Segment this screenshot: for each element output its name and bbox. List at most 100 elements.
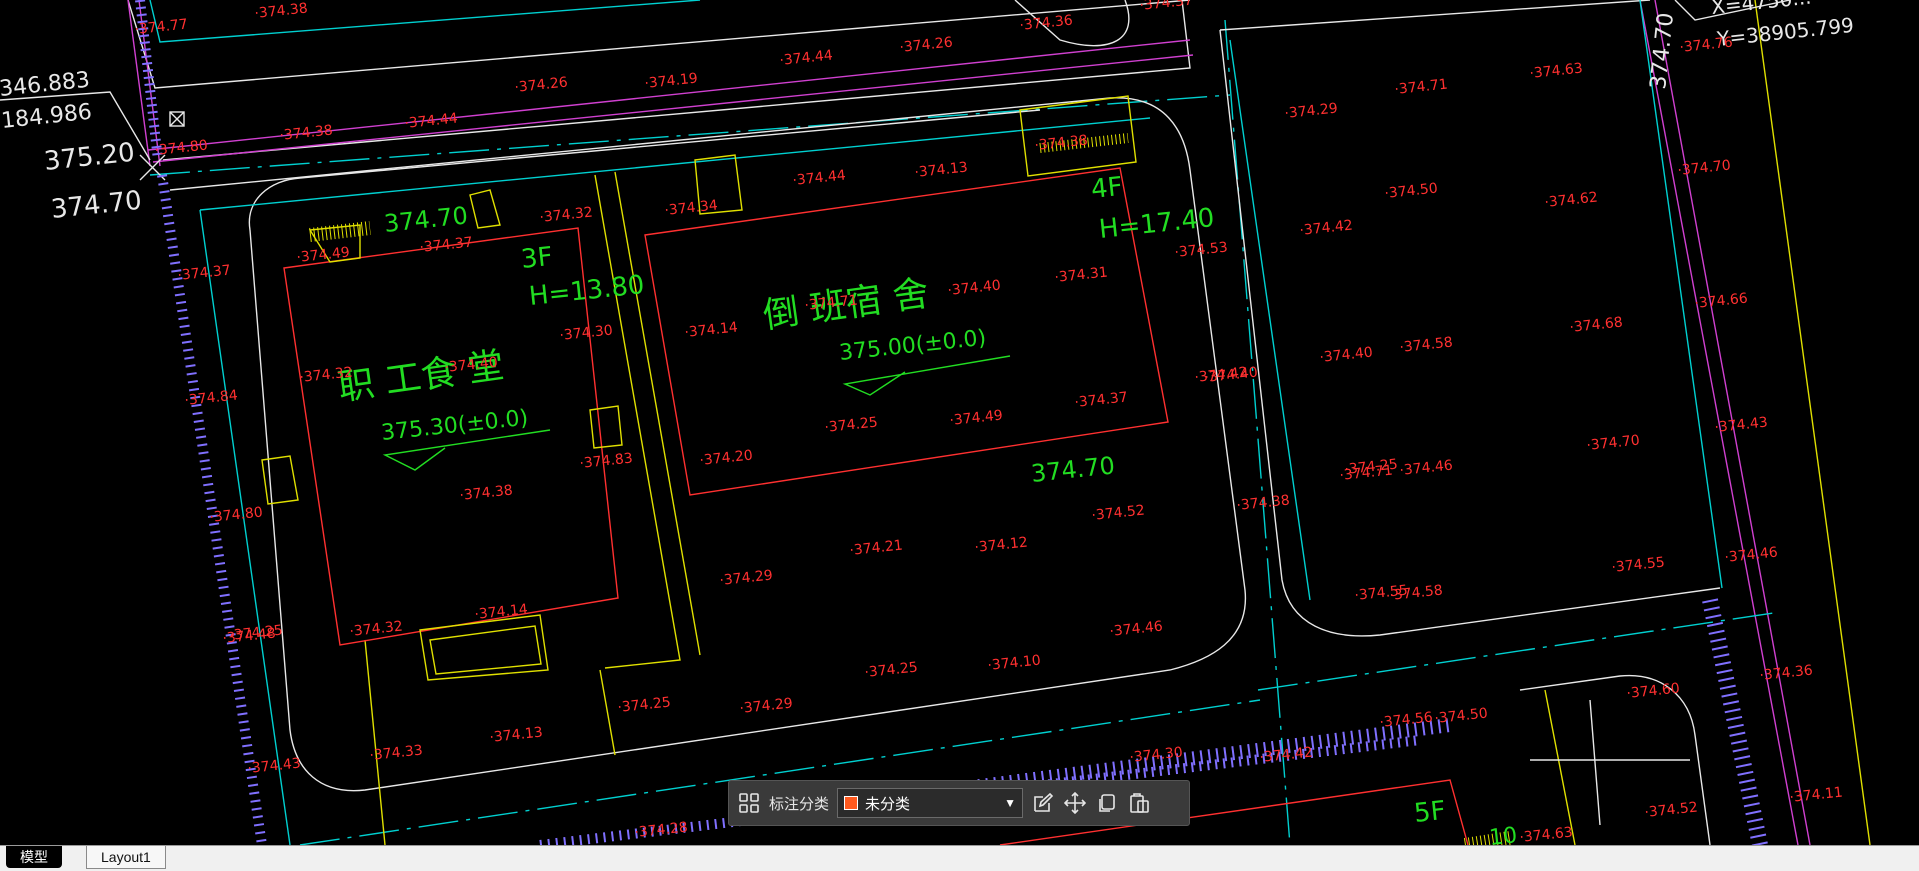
spot-elevation: ·374.37: [1139, 0, 1194, 14]
spot-elevation: ·374.33: [369, 742, 424, 763]
category-color-swatch: [844, 796, 859, 810]
spot-elevation: ·374.52: [1644, 799, 1699, 820]
layout-tab-bar: 模型 Layout1: [0, 845, 1919, 871]
chevron-down-icon: ▼: [1004, 796, 1017, 810]
spot-elevation: ·374.44: [779, 47, 834, 69]
spot-elevation: ·374.21: [849, 537, 904, 558]
road-centerline-mid: [1224, 19, 1291, 845]
spot-elevation: ·374.12: [974, 534, 1029, 555]
spot-elevation: ·374.29: [739, 695, 794, 716]
right-elev-vertical: 374.70: [1646, 11, 1679, 90]
grid-icon[interactable]: [737, 791, 761, 815]
canteen-name: 职 工食 堂: [336, 345, 507, 409]
spot-elevation: ·374.38: [459, 482, 514, 503]
spot-elevation: ·374.25: [617, 694, 672, 715]
move-icon[interactable]: [1063, 791, 1087, 815]
spot-elevation: ·374.37: [419, 234, 474, 255]
mid-elev: 374.70: [1030, 451, 1116, 488]
dorm-floor-level: 375.00(±0.0): [838, 326, 987, 366]
spot-elevation: ·374.20: [699, 447, 754, 468]
spot-elevation: ·374.80: [209, 504, 264, 525]
spot-elevation: ·374.70: [1586, 432, 1641, 453]
spot-elevation: ·374.42: [1259, 744, 1314, 765]
spot-elevation: ·374.49: [949, 407, 1004, 428]
spot-elevation: ·374.37: [177, 262, 232, 283]
site-linework: [0, 0, 1871, 845]
spot-elevation: ·374.31: [1054, 264, 1109, 285]
spot-elevation: ·374.13: [914, 159, 969, 180]
dorm-height: H=17.40: [1098, 203, 1216, 245]
spot-elevation: ·374.14: [684, 319, 739, 341]
spot-elevation: ·374.40: [947, 277, 1002, 298]
spot-elevation: ·374.46: [1399, 457, 1454, 479]
canteen-floors: 3F: [520, 242, 554, 275]
spot-elevation: ·374.38: [279, 122, 334, 143]
spot-elevation: ·374.83: [579, 450, 634, 471]
spot-elevation: ·374.53: [1174, 239, 1229, 260]
spot-elevation: ·374.29: [1284, 100, 1339, 121]
spot-elevation: ·374.25: [864, 659, 919, 680]
spot-elevation: ·374.30: [1129, 744, 1184, 765]
spot-elevation: ·374.43: [1714, 414, 1769, 435]
paste-icon[interactable]: [1127, 791, 1151, 815]
annotation-category-label: 标注分类: [769, 795, 830, 813]
spot-elevation: ·374.42: [1299, 217, 1354, 238]
spot-elevation: ·374.52: [1091, 502, 1146, 523]
south-floors: 5F: [1413, 796, 1447, 829]
coord-label-1: 346.883: [0, 68, 91, 102]
spot-elevation: ·374.29: [719, 567, 774, 588]
spot-elevation: ·374.50: [1434, 705, 1489, 726]
spot-elevation: ·374.58: [1399, 334, 1454, 355]
spot-elevation: ·374.49: [296, 244, 351, 265]
spot-elevation: ·374.13: [489, 724, 544, 745]
annotations: 346.883 184.986 375.20 374.70 X=4750... …: [0, 0, 1855, 845]
spot-elevation: ·374.62: [1544, 189, 1599, 210]
spot-elevation: ·374.34: [664, 197, 719, 219]
spot-elevation: ·374.46: [1109, 618, 1164, 640]
spot-elevation: ·374.44: [404, 110, 459, 132]
spot-elevation: ·374.11: [1789, 784, 1844, 805]
spot-elevation: ·374.80: [154, 137, 209, 158]
xy-label-x: X=4750...: [1710, 0, 1812, 19]
south-extra: 10: [1488, 823, 1518, 845]
spot-elevation: ·374.60: [1626, 680, 1681, 701]
spot-elevation: ·374.25: [824, 414, 879, 435]
annotation-category-select[interactable]: 未分类 ▼: [837, 788, 1024, 818]
spot-elevation: ·374.50: [1384, 180, 1439, 201]
canteen-top-elev: 374.70: [383, 201, 469, 238]
spot-elevation: ·374.38: [1236, 492, 1291, 513]
corner-elev-upper: 375.20: [43, 138, 137, 177]
spot-elevation: ·374.26: [899, 34, 954, 56]
cad-drawing-canvas[interactable]: 346.883 184.986 375.20 374.70 X=4750... …: [0, 0, 1919, 845]
spot-elevation: ·374.19: [644, 70, 699, 91]
spot-elevation: ·374.43: [247, 755, 302, 776]
edit-icon[interactable]: [1031, 791, 1055, 815]
copy-icon[interactable]: [1095, 791, 1119, 815]
annotation-toolbar: 标注分类 未分类 ▼: [728, 780, 1190, 826]
spot-elevation: ·374.14: [474, 601, 529, 623]
spot-elevation: ·374.38: [1034, 132, 1089, 153]
spot-elevation: ·374.32: [349, 618, 404, 639]
xy-label-y: Y=38905.799: [1715, 13, 1855, 51]
spot-elevation: ·374.46: [1724, 544, 1779, 566]
corner-elev-lower: 374.70: [50, 186, 144, 225]
spot-elevation: ·374.10: [987, 652, 1042, 673]
spot-elevation: ·374.26: [514, 74, 569, 96]
canteen-floor-level: 375.30(±0.0): [380, 406, 529, 446]
spot-elevation: ·374.32: [539, 204, 594, 225]
coord-label-2: 184.986: [0, 100, 93, 134]
spot-elevation: ·374.76: [1679, 34, 1734, 56]
spot-elevation: ·374.68: [1569, 314, 1624, 335]
spot-elevation: ·374.36: [1759, 662, 1814, 684]
tab-layout1[interactable]: Layout1: [86, 846, 166, 869]
spot-elevation: ·374.30: [559, 322, 614, 343]
dorm-floors: 4F: [1090, 172, 1124, 205]
cyan-boundary-top: [149, 0, 701, 43]
spot-elevation: ·374.44: [792, 167, 847, 189]
spot-elevation: ·374.55: [1611, 554, 1666, 575]
spot-elevation: ·374.71: [1394, 76, 1449, 97]
canteen-height: H=13.80: [528, 270, 646, 312]
tab-model[interactable]: 模型: [6, 846, 62, 868]
spot-elevation: ·374.66: [1694, 290, 1749, 312]
spot-elevation: ·374.28: [634, 819, 689, 840]
